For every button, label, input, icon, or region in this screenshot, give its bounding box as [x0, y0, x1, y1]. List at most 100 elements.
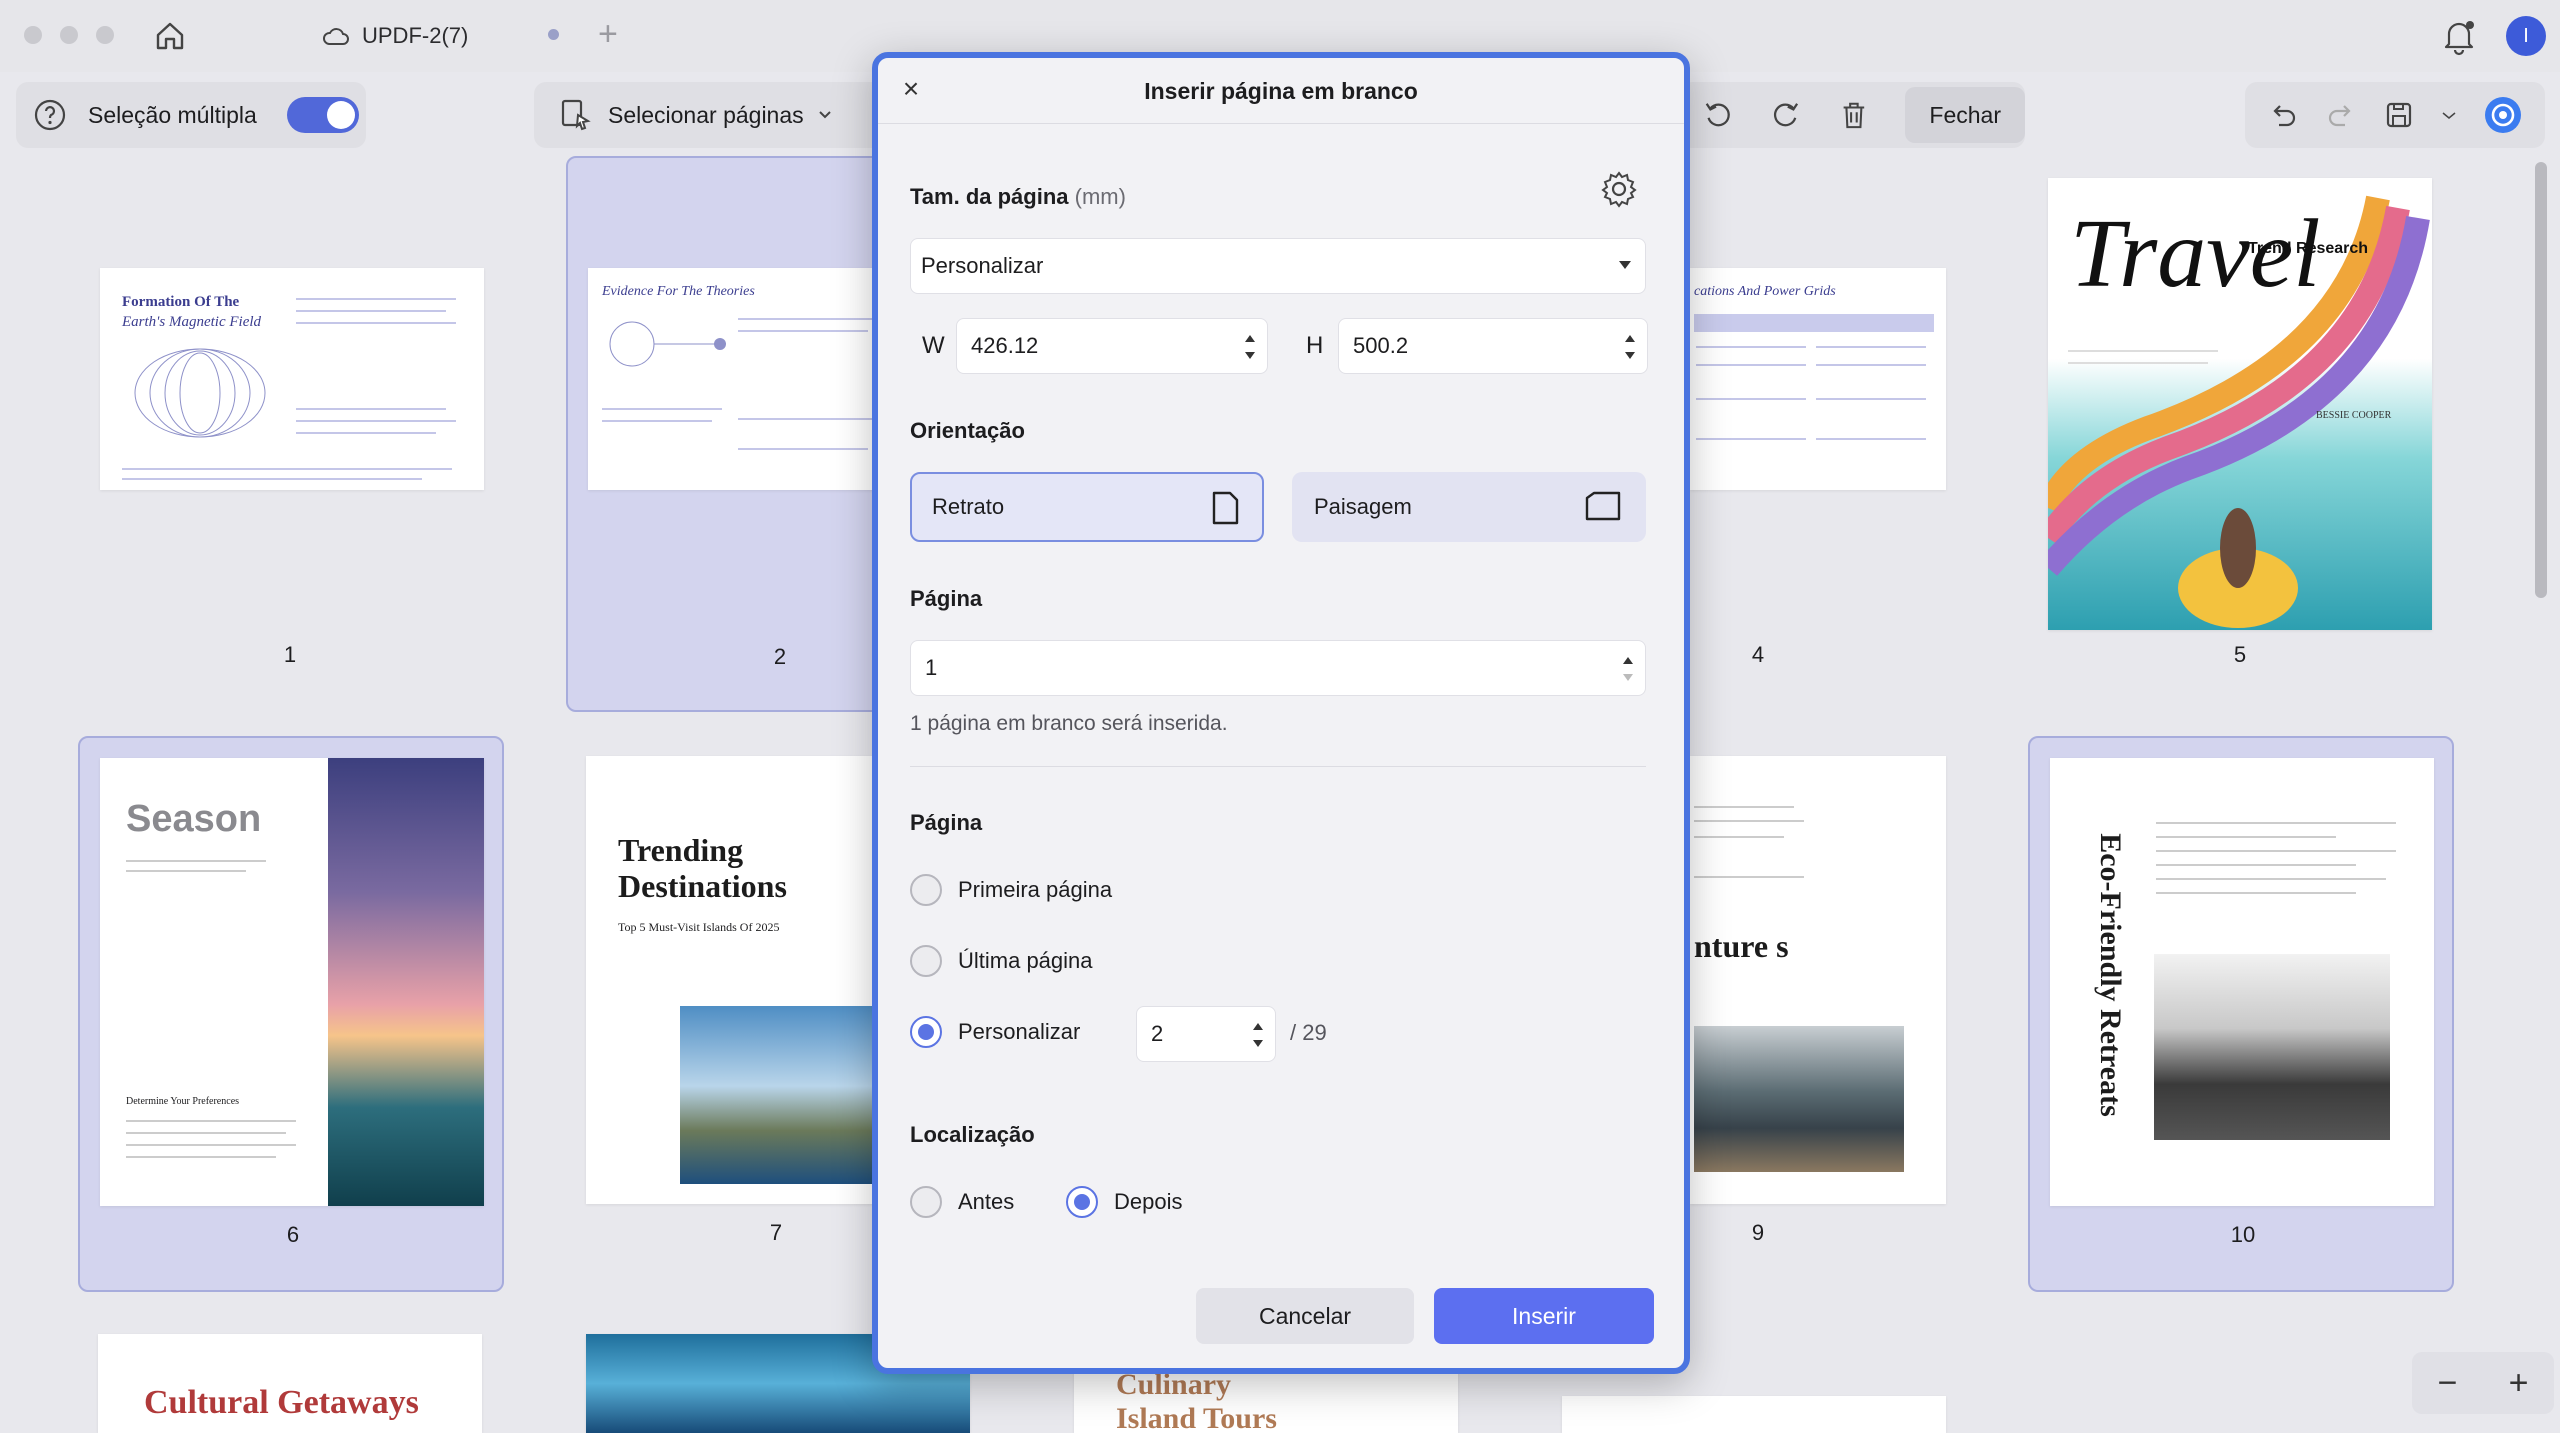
avatar[interactable]: I — [2506, 16, 2546, 56]
insert-count-hint: 1 página em branco será inserida. — [910, 712, 1228, 735]
arch-rock-image — [1694, 1026, 1904, 1172]
vertical-scrollbar[interactable] — [2535, 162, 2547, 598]
zoom-out-button[interactable]: − — [2438, 1364, 2458, 1403]
height-input[interactable]: 500.2 — [1338, 318, 1648, 374]
thumb-title: Evidence For The Theories — [602, 284, 755, 299]
custom-page-radio[interactable] — [910, 1016, 942, 1048]
thumb-title: Cultural Getaways — [144, 1384, 419, 1421]
stepper-icon[interactable] — [1243, 329, 1257, 365]
history-group — [2245, 82, 2545, 148]
unsaved-dot — [548, 29, 559, 40]
height-value: 500.2 — [1353, 333, 1409, 358]
before-label: Antes — [958, 1189, 1015, 1214]
after-radio[interactable] — [1066, 1186, 1098, 1218]
trash-icon[interactable] — [1838, 98, 1870, 132]
portrait-label: Retrato — [932, 494, 1005, 519]
width-input[interactable]: 426.12 — [956, 318, 1268, 374]
gear-icon[interactable] — [1600, 170, 1638, 208]
page-number: 4 — [1751, 642, 1765, 667]
thumb-title: nture s — [1694, 928, 1789, 964]
thumb-title: Trending Destinations — [618, 832, 787, 904]
page-card-9[interactable]: nture s 9 — [1690, 736, 2020, 1292]
thumb-title: Season — [126, 798, 262, 840]
last-page-radio[interactable] — [910, 945, 942, 977]
page-thumbnail[interactable] — [1562, 1396, 1946, 1433]
page-thumbnail: Eco-Friendly Retreats — [2050, 758, 2434, 1206]
home-icon[interactable] — [152, 18, 188, 54]
redo-icon[interactable] — [2325, 99, 2357, 131]
page-card-6[interactable]: Season Determine Your Preferences 6 — [78, 736, 504, 1292]
magnetic-field-illustration — [134, 348, 266, 438]
document-name: UPDF-2(7) — [362, 23, 469, 48]
zoom-in-button[interactable]: + — [2509, 1364, 2529, 1403]
page-card-7[interactable]: Trending Destinations Top 5 Must-Visit I… — [566, 736, 886, 1292]
window-zoom-dot[interactable] — [96, 26, 114, 44]
page-card-4[interactable]: cations And Power Grids 4 — [1690, 150, 2020, 710]
multi-select-toggle[interactable] — [286, 97, 359, 133]
portrait-page-icon — [1212, 491, 1239, 525]
first-page-radio[interactable] — [910, 874, 942, 906]
dialog-title: Inserir página em branco — [1144, 78, 1418, 104]
dialog-header: × Inserir página em branco — [878, 58, 1684, 124]
insert-button[interactable]: Inserir — [1434, 1288, 1654, 1344]
landscape-option[interactable]: Paisagem — [1292, 472, 1646, 542]
multi-select-label: Seleção múltipla — [88, 101, 257, 128]
ai-assistant-icon[interactable] — [2483, 95, 2523, 135]
thumb-author: BESSIE COOPER — [2316, 410, 2392, 421]
window-close-dot[interactable] — [24, 26, 42, 44]
page-size-value: Personalizar — [921, 253, 1044, 278]
landscape-page-icon — [1585, 491, 1621, 521]
rotate-left-icon[interactable] — [1702, 98, 1734, 132]
width-value: 426.12 — [971, 333, 1039, 358]
before-option[interactable]: Antes — [910, 1186, 1014, 1218]
bell-icon[interactable] — [2440, 16, 2478, 56]
page-thumbnail: nture s — [1690, 756, 1946, 1204]
page-size-select[interactable]: Personalizar — [910, 238, 1646, 294]
page-thumbnail: Travel Trend Research BESSIE COOPER — [2048, 178, 2432, 630]
page-actions-group: Fechar — [1680, 82, 2025, 148]
stepper-icon[interactable] — [1623, 329, 1637, 365]
stepper-icon[interactable] — [1621, 651, 1635, 687]
undo-icon[interactable] — [2267, 99, 2299, 131]
chevron-down-icon — [818, 111, 831, 119]
page-count-label: Página — [910, 586, 983, 611]
orientation-label: Orientação — [910, 418, 1025, 443]
thumb-title: Eco-Friendly Retreats — [2094, 833, 2127, 1117]
page-count-input[interactable]: 1 — [910, 640, 1646, 696]
page-thumbnail: Evidence For The Theories — [588, 268, 888, 490]
close-organize-button[interactable]: Fechar — [1905, 87, 2025, 143]
cancel-button[interactable]: Cancelar — [1196, 1288, 1414, 1344]
new-tab-button[interactable]: + — [598, 16, 618, 52]
portrait-option[interactable]: Retrato — [910, 472, 1264, 542]
select-pages-dropdown[interactable]: Selecionar páginas — [534, 82, 904, 148]
rotate-right-icon[interactable] — [1770, 98, 1802, 132]
save-icon[interactable] — [2383, 99, 2415, 131]
page-thumbnail: Formation Of The Earth's Magnetic Field — [100, 268, 484, 490]
after-option[interactable]: Depois — [1066, 1186, 1182, 1218]
page-number: 1 — [283, 642, 297, 667]
custom-page-input[interactable]: 2 — [1136, 1006, 1276, 1062]
stepper-icon[interactable] — [1251, 1017, 1265, 1053]
page-card-10[interactable]: Eco-Friendly Retreats 10 — [2028, 736, 2454, 1292]
before-radio[interactable] — [910, 1186, 942, 1218]
width-label: W — [922, 332, 945, 359]
custom-page-option[interactable]: Personalizar — [910, 1016, 1080, 1048]
thumb-title: Formation Of The — [122, 294, 240, 310]
window-minimize-dot[interactable] — [60, 26, 78, 44]
page-size-label: Tam. da página (mm) — [910, 184, 1126, 209]
thumb-subtitle: Determine Your Preferences — [126, 1096, 240, 1107]
zoom-controls: − + — [2412, 1352, 2554, 1414]
last-page-option[interactable]: Última página — [910, 945, 1093, 977]
page-number: 10 — [2230, 1222, 2256, 1247]
document-tab[interactable]: UPDF-2(7) — [322, 18, 468, 54]
height-label: H — [1306, 332, 1324, 359]
page-card-2[interactable]: Evidence For The Theories 2 — [566, 156, 888, 712]
help-icon[interactable] — [32, 97, 68, 133]
page-card-1[interactable]: Formation Of The Earth's Magnetic Field … — [80, 150, 500, 710]
chevron-down-icon[interactable] — [2441, 99, 2457, 131]
thumb-subtitle: Top 5 Must-Visit Islands Of 2025 — [618, 920, 780, 934]
page-thumbnail[interactable]: Cultural Getaways — [98, 1334, 482, 1433]
page-card-5[interactable]: Travel Trend Research BESSIE COOPER 5 — [2028, 150, 2448, 710]
first-page-option[interactable]: Primeira página — [910, 874, 1112, 906]
page-thumbnail: Trending Destinations Top 5 Must-Visit I… — [586, 756, 886, 1204]
